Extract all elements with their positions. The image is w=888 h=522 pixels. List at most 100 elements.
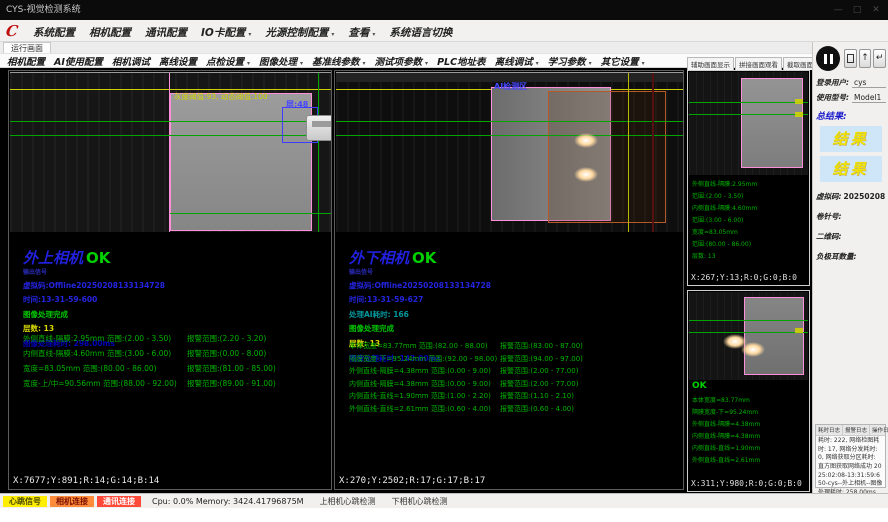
log-tabs: 耗时日志报警日志操作日志 [816,425,885,436]
measure-line-green [689,332,808,333]
pixel-coordinates: X:267;Y:13;R:0;G:0;B:0 [691,273,797,282]
alarm-range-text: 报警范围:(0.00 - 8.00) [187,348,266,359]
tab-run-screen[interactable]: 运行画面 [3,42,51,53]
arrow-up-button[interactable]: ↑ [859,49,872,68]
toolbar-item[interactable]: 其它设置▾ [601,54,645,68]
menubar-item[interactable]: 相机配置 [89,27,131,39]
measurement-text: 宽度-上/中=90.56mm 范围:(88.00 - 92.00) [23,379,177,388]
measurement-text: 内侧直线-直线=1.90mm 范围:(1.00 - 2.20) [349,392,491,400]
log-tab[interactable]: 操作日志 [870,425,888,435]
login-user-label: 登录用户: [816,77,849,88]
alarm-range-text: 报警范围:(0.60 - 4.00) [500,404,574,414]
barcode-line: 虚拟码:Offline20250208133134728 [23,280,165,291]
title-bar: CYS-视觉检测系统 — □ ✕ [0,0,888,20]
window-title: CYS-视觉检测系统 [6,5,81,15]
toolbar-item[interactable]: 相机配置 [7,54,45,68]
measurement-row: 宽度=83.05mm 范围:(80.00 - 86.00)报警范围:(81.00… [23,363,177,378]
menu-items: 系统配置 相机配置 通讯配置 IO卡配置▾ 光源控制配置▾ 查看▾ 系统语言切换 [26,21,459,40]
measurement-text: 本体宽度=83.77mm 范围:(82.00 - 88.00) [349,342,488,350]
log-tab[interactable]: 报警日志 [843,425,870,435]
result-box-lower: 结果 [820,156,882,182]
maximize-icon[interactable]: □ [849,0,865,20]
measure-line-green [170,213,331,214]
aux-result-line: 范围:(2.00 - 3.50) [692,191,757,203]
menubar-item[interactable]: IO卡配置▾ [201,27,251,39]
time-line: 时间:13-31-59-600 [23,294,165,305]
toolbar-item[interactable]: 相机调试 [112,54,150,68]
menubar-item[interactable]: 光源控制配置▾ [265,27,334,39]
aux-view-tab[interactable]: 辅助画面显示 [687,57,734,70]
toolbar-item[interactable]: PLC地址表 [437,54,486,68]
aux-view-top[interactable]: 外侧直线-隔膜:2.95mm范围:(2.00 - 3.50)内侧直线-隔膜:4.… [687,70,810,286]
camera-result-title: 外下相机OK [349,251,491,266]
aux-result-line: 内侧直线-隔膜=4.38mm [692,431,760,443]
measurement-row: 外侧直线-隔膜=4.38mm 范围:(0.00 - 9.00)报警范围:(2.0… [349,366,497,379]
aux-result-line: 本体宽度=83.77mm [692,395,760,407]
bright-tab-glow [574,167,598,182]
pause-button[interactable] [816,46,840,71]
alarm-range-text: 报警范围:(2.00 - 77.00) [500,379,578,389]
aux-result-line: 隔膜宽度-下=95.24mm [692,407,760,419]
menubar-item[interactable]: 通讯配置 [145,27,187,39]
measurement-row: 本体宽度=83.77mm 范围:(82.00 - 88.00)报警范围:(83.… [349,341,497,354]
camera-view-lower[interactable]: AI检测区 外下相机OK 输出信号 虚拟码:Offline20250208133… [334,70,684,490]
minimize-icon[interactable]: — [830,0,846,20]
ai-time-line: 处理AI耗时: 166 [349,309,491,320]
app-window: CYS-视觉检测系统 — □ ✕ C 系统配置相机配置通讯配置IO卡配置▾光源控… [0,0,888,522]
pixel-coordinates: X:7677;Y:891;R:14;G:14;B:14 [13,476,159,486]
aux-result-lines: 本体宽度=83.77mm隔膜宽度-下=95.24mm外侧直线-隔膜=4.38mm… [692,395,760,467]
status-badges: 心跳信号相机连接通讯连接 [3,496,144,507]
aux-view-tab[interactable]: 拼接画面观看 [735,57,782,70]
toolbar-item[interactable]: AI使用配置 [54,54,103,68]
menubar-item[interactable]: 查看▾ [348,27,375,39]
measurement-text: 内侧直线-隔膜:4.60mm 范围:(3.00 - 6.00) [23,349,171,358]
toolbar-item[interactable]: 测试项参数▾ [375,54,429,68]
ai-region-label: AI检测区 [494,81,527,92]
barcode-label: 虚拟码: [816,192,842,201]
toolbar-item[interactable]: 离线设置 [159,54,197,68]
measure-line-green [336,121,683,122]
toolbar-item[interactable]: 基准线参数▾ [312,54,366,68]
return-button[interactable]: ↵ [873,49,886,68]
result-box-upper: 结果 [820,126,882,152]
measurement-row: 内侧直线-隔膜=4.38mm 范围:(0.00 - 9.00)报警范围:(2.0… [349,379,497,392]
aux-image-bottom [689,292,808,380]
measurement-row: 外侧直线-隔膜:2.95mm 范围:(2.00 - 3.50)报警范围:(2.2… [23,333,177,348]
log-tab[interactable]: 耗时日志 [816,425,843,435]
measurement-text: 外侧直线-隔膜=4.38mm 范围:(0.00 - 9.00) [349,367,491,375]
measure-line-green [689,320,808,321]
tab-count-row: 负极耳数量: [816,251,886,262]
yellow-marker [795,112,803,117]
aux-image-top [689,72,808,175]
toolbar-item[interactable]: 点检设置▾ [206,54,250,68]
total-result-label: 总结果: [816,109,888,122]
alarm-range-text: 报警范围:(89.00 - 91.00) [187,378,276,389]
model-value[interactable]: Model1 [852,93,886,103]
status-bar: 心跳信号相机连接通讯连接 Cpu: 0.0% Memory: 3424.4179… [0,493,888,508]
menubar-item[interactable]: 系统语言切换 [389,27,452,39]
aux-view-bottom[interactable]: OK 本体宽度=83.77mm隔膜宽度-下=95.24mm外侧直线-隔膜=4.3… [687,290,810,492]
toolbar-item[interactable]: 离线调试▾ [495,54,539,68]
yellow-marker [795,328,803,333]
needle-row: 卷针号: [816,211,886,222]
aux-view-tabs: 辅助画面显示拼接画面观看截取画面观看 [687,57,831,70]
measurement-row: 内侧直线-隔膜:4.60mm 范围:(3.00 - 6.00)报警范围:(0.0… [23,348,177,363]
screen-button[interactable] [844,49,857,68]
toolbar-item[interactable]: 学习参数▾ [548,54,592,68]
barcode-value: 20250208 [844,192,886,201]
side-panel: ↑ ↵ 登录用户: cys 使用型号: Model1 总结果: 结果 结果 虚拟… [812,42,888,493]
toolbar-item[interactable]: 图像处理▾ [259,54,303,68]
alarm-range-text: 报警范围:(81.00 - 85.00) [187,363,276,374]
pause-icon [830,54,833,64]
alarm-range-text: 报警范围:(2.20 - 3.20) [187,333,266,344]
measurement-text: 内侧直线-隔膜=4.38mm 范围:(0.00 - 9.00) [349,380,491,388]
camera-result-title: 外上相机OK [23,251,165,266]
measurement-text: 外侧直线-隔膜:2.95mm 范围:(2.00 - 3.50) [23,334,171,343]
tab-row: 运行画面 [0,42,812,53]
menubar-item[interactable]: 系统配置 [33,27,75,39]
close-icon[interactable]: ✕ [868,0,884,20]
camera-view-upper[interactable]: 灰度阈值:93, 动态阈值:100 层:48 外上相机OK 输出信号 虚拟码:O… [8,70,332,490]
login-user-value[interactable]: cys [852,78,886,88]
bright-tab-glow [741,342,765,357]
log-box[interactable]: 耗时日志报警日志操作日志 耗时: 222, 网络检图耗时: 17, 网络分发耗时… [815,424,886,488]
